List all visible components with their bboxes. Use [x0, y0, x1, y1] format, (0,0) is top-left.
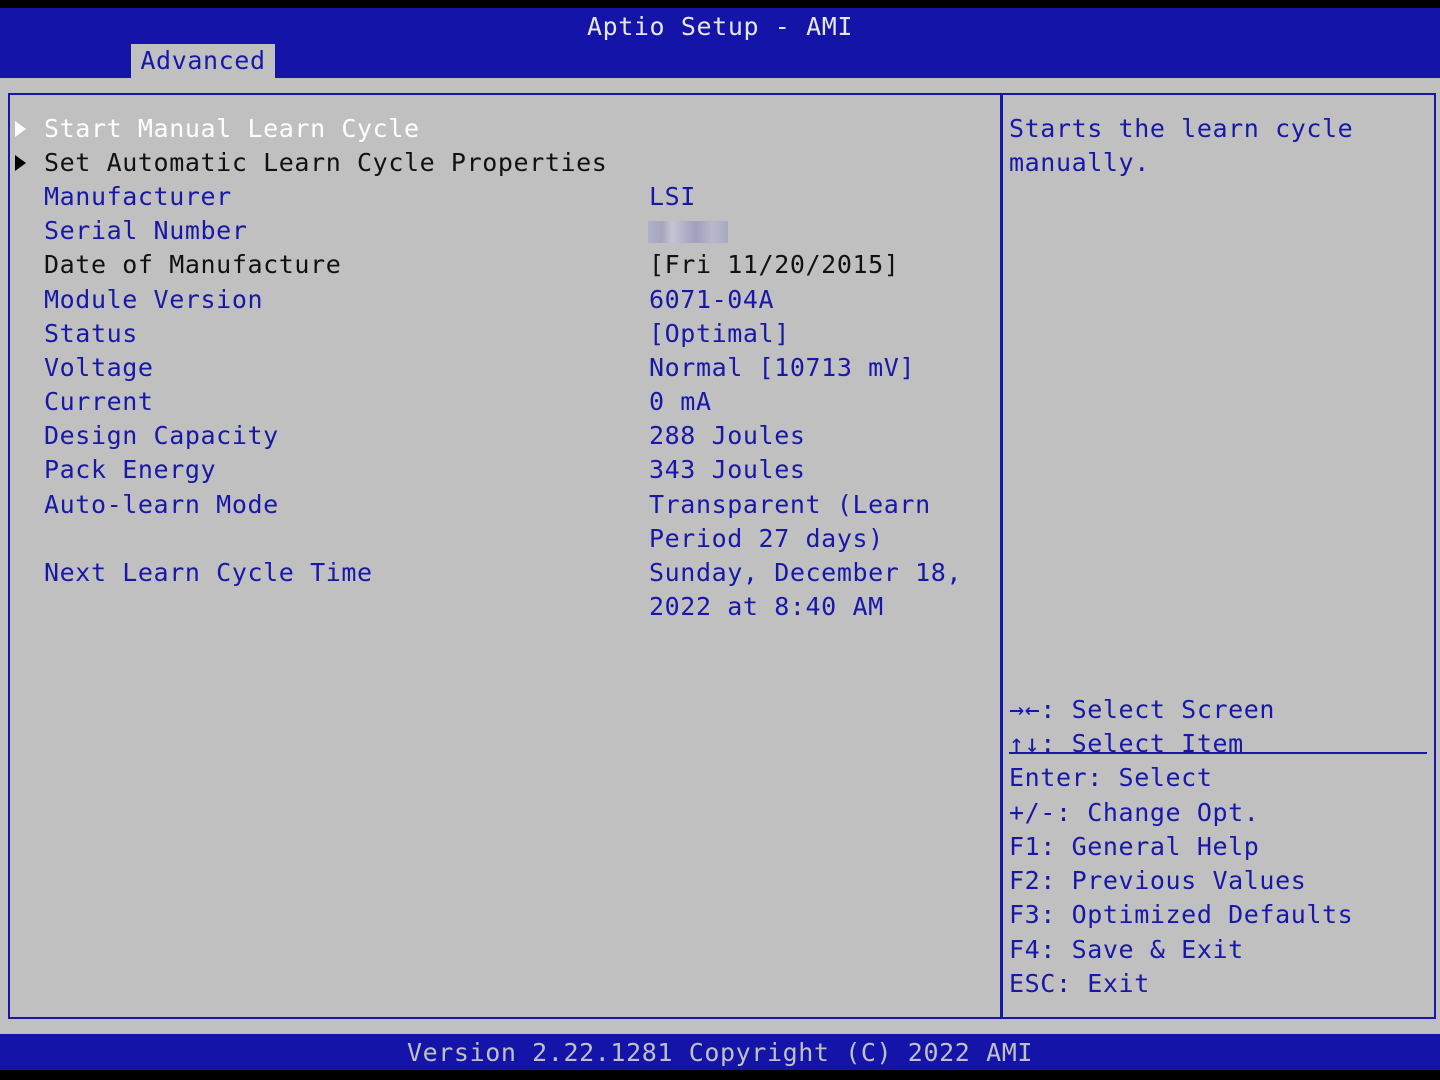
voltage-value: Normal [10713 mV] [649, 353, 916, 382]
main-area: Start Manual Learn Cycle Set Automatic L… [0, 78, 1440, 1034]
serial-number-label: Serial Number [44, 216, 248, 245]
key-optimized-defaults: F3: Optimized Defaults [1009, 900, 1354, 929]
date-of-manufacture-value: [Fri 11/20/2015] [649, 250, 900, 279]
row-pack-energy: Pack Energy 343 Joules [0, 453, 1000, 487]
next-learn-cycle-time-label: Next Learn Cycle Time [44, 558, 373, 587]
auto-learn-mode-value-line1: Transparent (Learn [649, 490, 931, 519]
module-version-value: 6071-04A [649, 285, 775, 314]
menu-item-label: Set Automatic Learn Cycle Properties [44, 148, 608, 177]
key-select-screen: →←: Select Screen [1009, 695, 1276, 724]
auto-learn-mode-value-line2: Period 27 days) [649, 524, 884, 553]
help-text-line1: Starts the learn cycle [1009, 114, 1354, 143]
submenu-arrow-icon [15, 155, 26, 171]
design-capacity-value: 288 Joules [649, 421, 806, 450]
row-next-learn-cycle-time-cont: 2022 at 8:40 AM [0, 590, 1000, 624]
key-save-exit: F4: Save & Exit [1009, 935, 1244, 964]
auto-learn-mode-label: Auto-learn Mode [44, 490, 279, 519]
menu-item-set-automatic-learn-cycle[interactable]: Set Automatic Learn Cycle Properties [0, 146, 1000, 180]
app-title: Aptio Setup - AMI [586, 12, 854, 41]
key-select-item: ↑↓: Select Item [1009, 729, 1244, 758]
row-serial-number: Serial Number [0, 214, 1000, 248]
design-capacity-label: Design Capacity [44, 421, 279, 450]
next-learn-cycle-time-value-line1: Sunday, December 18, [649, 558, 963, 587]
key-previous-values: F2: Previous Values [1009, 866, 1307, 895]
menu-item-label: Start Manual Learn Cycle [44, 114, 420, 143]
row-manufacturer: Manufacturer LSI [0, 180, 1000, 214]
next-learn-cycle-time-value-line2: 2022 at 8:40 AM [649, 592, 884, 621]
row-status: Status [Optimal] [0, 317, 1000, 351]
manufacturer-value: LSI [649, 182, 696, 211]
row-next-learn-cycle-time: Next Learn Cycle Time Sunday, December 1… [0, 556, 1000, 590]
row-auto-learn-mode: Auto-learn Mode Transparent (Learn [0, 488, 1000, 522]
manufacturer-label: Manufacturer [44, 182, 232, 211]
row-date-of-manufacture[interactable]: Date of Manufacture [Fri 11/20/2015] [0, 248, 1000, 282]
serial-number-redacted [648, 221, 728, 243]
help-text-line2: manually. [1009, 148, 1150, 177]
menu-item-start-manual-learn-cycle[interactable]: Start Manual Learn Cycle [0, 112, 1000, 146]
row-current: Current 0 mA [0, 385, 1000, 419]
current-label: Current [44, 387, 154, 416]
status-label: Status [44, 319, 138, 348]
key-esc-exit: ESC: Exit [1009, 969, 1150, 998]
submenu-arrow-icon [15, 121, 26, 137]
key-change-opt: +/-: Change Opt. [1009, 798, 1260, 827]
pack-energy-label: Pack Energy [44, 455, 217, 484]
status-value: [Optimal] [649, 319, 790, 348]
row-module-version: Module Version 6071-04A [0, 283, 1000, 317]
pack-energy-value: 343 Joules [649, 455, 806, 484]
tab-advanced[interactable]: Advanced [131, 44, 275, 78]
row-voltage: Voltage Normal [10713 mV] [0, 351, 1000, 385]
current-value: 0 mA [649, 387, 712, 416]
version-text: Version 2.22.1281 Copyright (C) 2022 AMI [406, 1038, 1034, 1067]
key-enter-select: Enter: Select [1009, 763, 1213, 792]
voltage-label: Voltage [44, 353, 154, 382]
module-version-label: Module Version [44, 285, 264, 314]
row-design-capacity: Design Capacity 288 Joules [0, 419, 1000, 453]
key-general-help: F1: General Help [1009, 832, 1260, 861]
date-of-manufacture-label: Date of Manufacture [44, 250, 342, 279]
row-auto-learn-mode-cont: Period 27 days) [0, 522, 1000, 556]
